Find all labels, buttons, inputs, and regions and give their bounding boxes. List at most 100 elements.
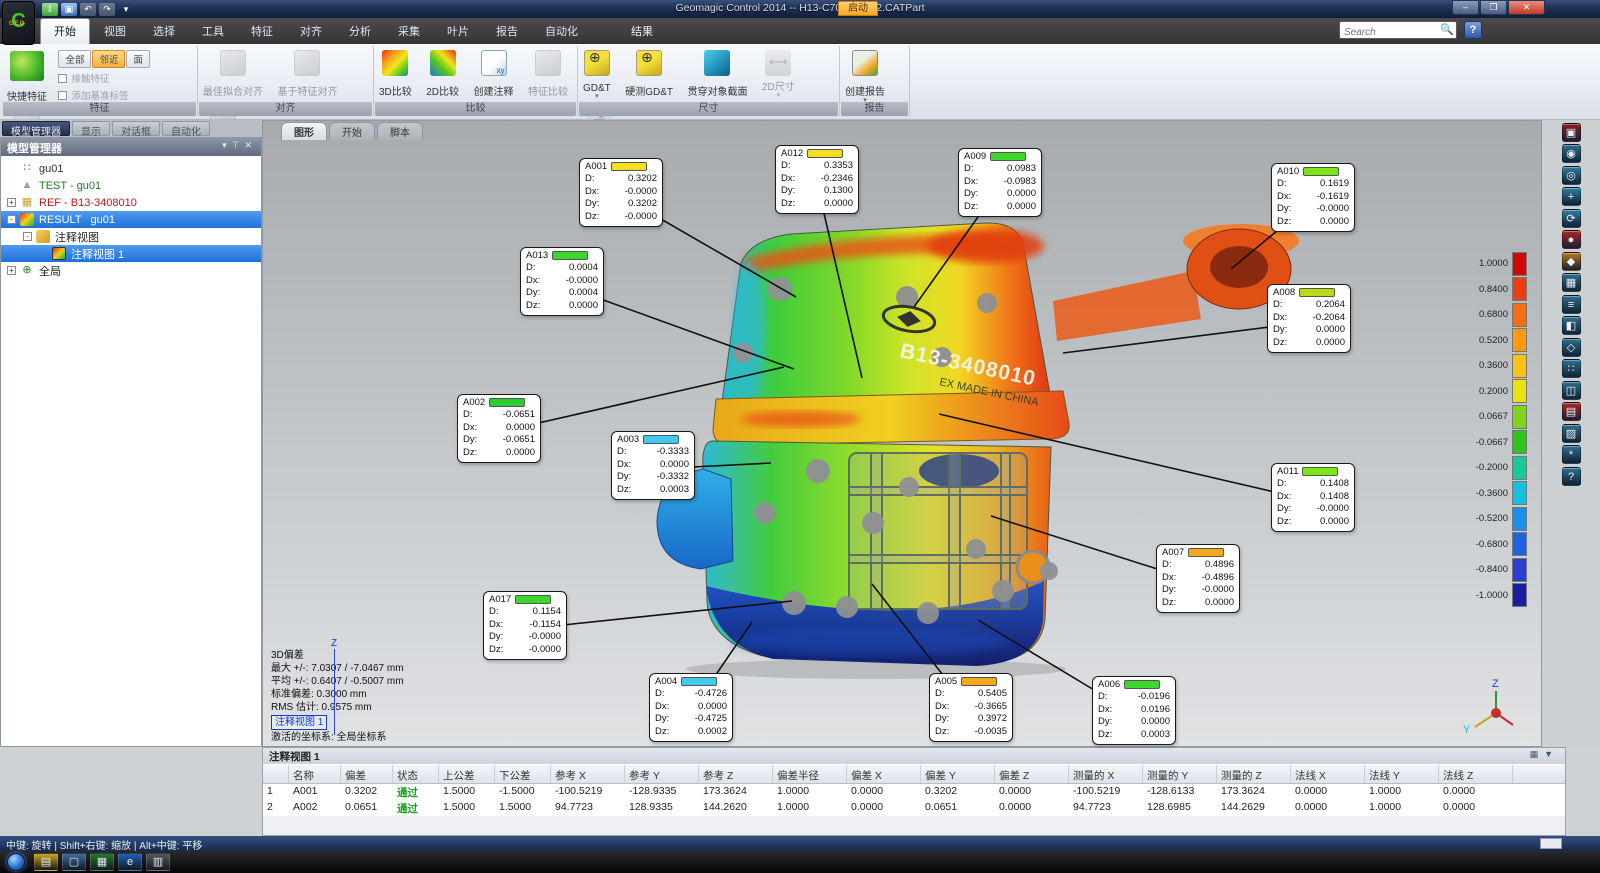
start-orb[interactable] (7, 853, 25, 871)
annotation-callout-A017[interactable]: A017D:0.1154Dx:-0.1154Dy:-0.0000Dz:-0.00… (483, 591, 567, 660)
annotation-callout-A010[interactable]: A010D:0.1619Dx:-0.1619Dy:-0.0000Dz:0.000… (1271, 163, 1355, 232)
tree-expander-icon[interactable]: + (7, 198, 16, 207)
create-annotation-button[interactable]: 创建注释 (471, 49, 517, 99)
col-header-偏差半径[interactable]: 偏差半径 (773, 765, 847, 783)
zoom-in-icon[interactable]: + (1562, 187, 1581, 206)
col-header-测量的 Y[interactable]: 测量的 Y (1143, 765, 1217, 783)
col-header-法线 Z[interactable]: 法线 Z (1439, 765, 1513, 783)
tree-item-test[interactable]: ▲TEST - gu01 (1, 177, 261, 194)
3d-compare-button[interactable]: 3D比较 (376, 49, 415, 99)
tree-item-points[interactable]: ∷gu01 (1, 160, 261, 177)
ribbon-tab-特征[interactable]: 特征 (238, 19, 286, 44)
browser-icon[interactable]: e (118, 853, 142, 871)
table-row-A002[interactable]: 2A0020.0651通过1.50001.500094.7723128.9335… (263, 800, 1565, 816)
col-header-参考 X[interactable]: 参考 X (551, 765, 625, 783)
rotate-view-icon[interactable]: ⟳ (1562, 209, 1581, 228)
col-header-下公差[interactable]: 下公差 (495, 765, 551, 783)
annotation-callout-A003[interactable]: A003D:-0.3333Dx:0.0000Dy:-0.3332Dz:0.000… (611, 431, 695, 500)
table-dropdown-icon[interactable]: ▼ (1544, 749, 1559, 759)
viewport-tab-图形[interactable]: 图形 (281, 122, 327, 140)
close-button[interactable]: ✕ (1508, 0, 1545, 15)
gdt-button[interactable]: GD&T ▾ (580, 49, 614, 100)
tree-item-view[interactable]: 注释视图 1 (1, 245, 261, 262)
ribbon-tab-自动化[interactable]: 自动化 (532, 19, 591, 44)
annotation-callout-A006[interactable]: A006D:-0.0196Dx:0.0196Dy:0.0000Dz:0.0003 (1092, 676, 1176, 745)
dock-tab-对话框[interactable]: 对话框 (112, 121, 160, 136)
settings-icon[interactable]: * (1562, 445, 1581, 464)
ribbon-tab-采集[interactable]: 采集 (385, 19, 433, 44)
tree-item-views-folder[interactable]: -注释视图 (1, 228, 261, 245)
annotation-callout-A011[interactable]: A011D:0.1408Dx:0.1408Dy:-0.0000Dz:0.0000 (1271, 463, 1355, 532)
floating-start-tab[interactable]: 启动 (838, 1, 878, 16)
probe-gdt-button[interactable]: 硬测GD&T (622, 49, 676, 99)
dock-tab-显示[interactable]: 显示 (72, 121, 110, 136)
annotation-callout-A002[interactable]: A002D:-0.0651Dx:0.0000Dy:-0.0651Dz:0.000… (457, 394, 541, 463)
col-header-偏差[interactable]: 偏差 (341, 765, 393, 783)
table-grid-icon[interactable]: ▦ (1530, 749, 1545, 759)
point-cloud-icon[interactable]: ∷ (1562, 359, 1581, 378)
through-section-button[interactable]: 贯穿对象截面 (684, 49, 750, 99)
toggle-all[interactable]: 全部 (58, 50, 91, 68)
ribbon-tab-contextual[interactable]: 结果 (618, 19, 666, 44)
2d-compare-button[interactable]: 2D比较 (423, 49, 462, 99)
2d-dimension-button[interactable]: ⟷ 2D尺寸 ▾ (759, 49, 798, 99)
annotation-callout-A004[interactable]: A004D:-0.4726Dx:0.0000Dy:-0.4725Dz:0.000… (649, 673, 733, 742)
display-mode-icon[interactable]: ▣ (1562, 123, 1581, 142)
2d-dim-dropdown-icon[interactable]: ▾ (762, 93, 795, 98)
search-icon[interactable]: 🔍 (1440, 23, 1454, 36)
annotation-callout-A005[interactable]: A005D:0.5405Dx:-0.3665Dy:0.3972Dz:-0.003… (929, 673, 1013, 742)
ribbon-tab-对齐[interactable]: 对齐 (287, 19, 335, 44)
record-icon[interactable]: ● (1562, 230, 1581, 249)
best-fit-align-button[interactable]: 最佳拟合对齐 (200, 49, 266, 99)
col-header-偏差 X[interactable]: 偏差 X (847, 765, 921, 783)
help-icon[interactable]: ? (1464, 21, 1482, 39)
ribbon-tab-开始[interactable]: 开始 (40, 18, 90, 44)
col-header-测量的 Z[interactable]: 测量的 Z (1217, 765, 1291, 783)
col-header-法线 X[interactable]: 法线 X (1291, 765, 1365, 783)
ribbon-tab-报告[interactable]: 报告 (483, 19, 531, 44)
section-view-icon[interactable]: ◫ (1562, 381, 1581, 400)
viewport-tab-开始[interactable]: 开始 (329, 122, 375, 140)
col-header-测量的 X[interactable]: 测量的 X (1069, 765, 1143, 783)
table-row-A001[interactable]: 1A0010.3202通过1.5000-1.5000-100.5219-128.… (263, 784, 1565, 800)
col-header-参考 Y[interactable]: 参考 Y (625, 765, 699, 783)
explorer-icon[interactable]: ▤ (34, 853, 58, 871)
document-app-icon[interactable]: ▥ (146, 853, 170, 871)
col-header-参考 Z[interactable]: 参考 Z (699, 765, 773, 783)
feature-compare-button[interactable]: 特征比较 (525, 49, 571, 99)
shade-view-icon[interactable]: ◉ (1562, 144, 1581, 163)
col-header-名称[interactable]: 名称 (289, 765, 341, 783)
annotation-callout-A013[interactable]: A013D:0.0004Dx:-0.0000Dy:0.0004Dz:0.0000 (520, 247, 604, 316)
annotation-view-link[interactable]: 注释视图 1 (271, 715, 327, 730)
window-app-icon[interactable]: ▢ (62, 853, 86, 871)
tree-item-globe[interactable]: +⊕全局 (1, 262, 261, 279)
half-shade-icon[interactable]: ◧ (1562, 316, 1581, 335)
dock-tab-模型管理器[interactable]: 模型管理器 (2, 121, 70, 136)
annotation-callout-A007[interactable]: A007D:0.4896Dx:-0.4896Dy:-0.0000Dz:0.000… (1156, 544, 1240, 613)
create-report-button[interactable]: 创建报告 ▾ (842, 49, 888, 104)
ribbon-tab-叶片[interactable]: 叶片 (434, 19, 482, 44)
viewport-tab-脚本[interactable]: 脚本 (377, 122, 423, 140)
annotation-view-icon[interactable]: ▤ (1562, 402, 1581, 421)
toggle-nearby[interactable]: 邻近 (92, 50, 125, 68)
col-header-上公差[interactable]: 上公差 (439, 765, 495, 783)
camera-view-icon[interactable]: ◎ (1562, 166, 1581, 185)
tree-item-ref[interactable]: +▦REF - B13-3408010 (1, 194, 261, 211)
texture-icon[interactable]: ▨ (1562, 424, 1581, 443)
tree-expander-icon[interactable]: - (23, 232, 32, 241)
panel-close-icon[interactable]: ✕ (244, 140, 257, 150)
dock-tab-自动化[interactable]: 自动化 (162, 121, 210, 136)
annotation-callout-A001[interactable]: A001D:0.3202Dx:-0.0000Dy:0.3202Dz:-0.000… (579, 158, 663, 227)
help-tool-icon[interactable]: ? (1562, 467, 1581, 486)
tree-expander-icon[interactable]: - (7, 215, 16, 224)
datum-label-checkbox[interactable] (58, 91, 67, 100)
tree-expander-icon[interactable]: + (7, 266, 16, 275)
restore-button[interactable]: ❐ (1480, 0, 1507, 15)
quick-feature-button[interactable]: 快捷特征 (4, 50, 50, 104)
gdt-dropdown-icon[interactable]: ▾ (583, 94, 611, 99)
app-logo[interactable]: CGEO (2, 1, 35, 45)
grid-icon[interactable]: ▦ (1562, 273, 1581, 292)
col-header-偏差 Y[interactable]: 偏差 Y (921, 765, 995, 783)
green-app-icon[interactable]: ▦ (90, 853, 114, 871)
annotation-callout-A008[interactable]: A008D:0.2064Dx:-0.2064Dy:0.0000Dz:0.0000 (1267, 284, 1351, 353)
